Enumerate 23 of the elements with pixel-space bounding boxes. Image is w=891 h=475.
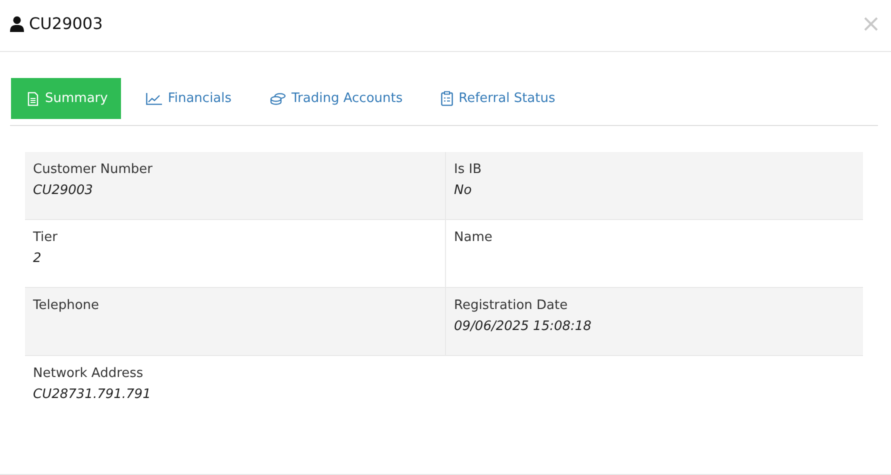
field-value: CU29003 [33, 183, 94, 198]
tab[interactable]: Referral Status [424, 78, 568, 119]
field-value: CU28731.791.791 [33, 387, 152, 402]
dialog-title: CU29003 [29, 14, 103, 33]
field-label: Is IB [454, 162, 482, 177]
field-label: Name [454, 230, 494, 245]
tab[interactable]: Trading Accounts [254, 78, 416, 119]
chart-icon [146, 92, 162, 104]
field-label: Registration Date [454, 298, 569, 313]
field-label: Network Address [33, 366, 144, 381]
field-value: 09/06/2025 15:08:18 [454, 319, 592, 334]
field-value: No [454, 183, 473, 198]
field-label: Telephone [33, 298, 100, 313]
coins-icon [270, 92, 286, 104]
user-icon [10, 16, 24, 32]
tab[interactable]: Summary [11, 78, 121, 119]
tab[interactable]: Financials [130, 78, 245, 119]
field-label: Tier [33, 230, 58, 245]
close-button[interactable] [863, 16, 879, 32]
clipboard-icon [440, 91, 453, 106]
field-value: 2 [33, 251, 42, 266]
document-icon [27, 92, 39, 106]
field-label: Customer Number [33, 162, 154, 177]
